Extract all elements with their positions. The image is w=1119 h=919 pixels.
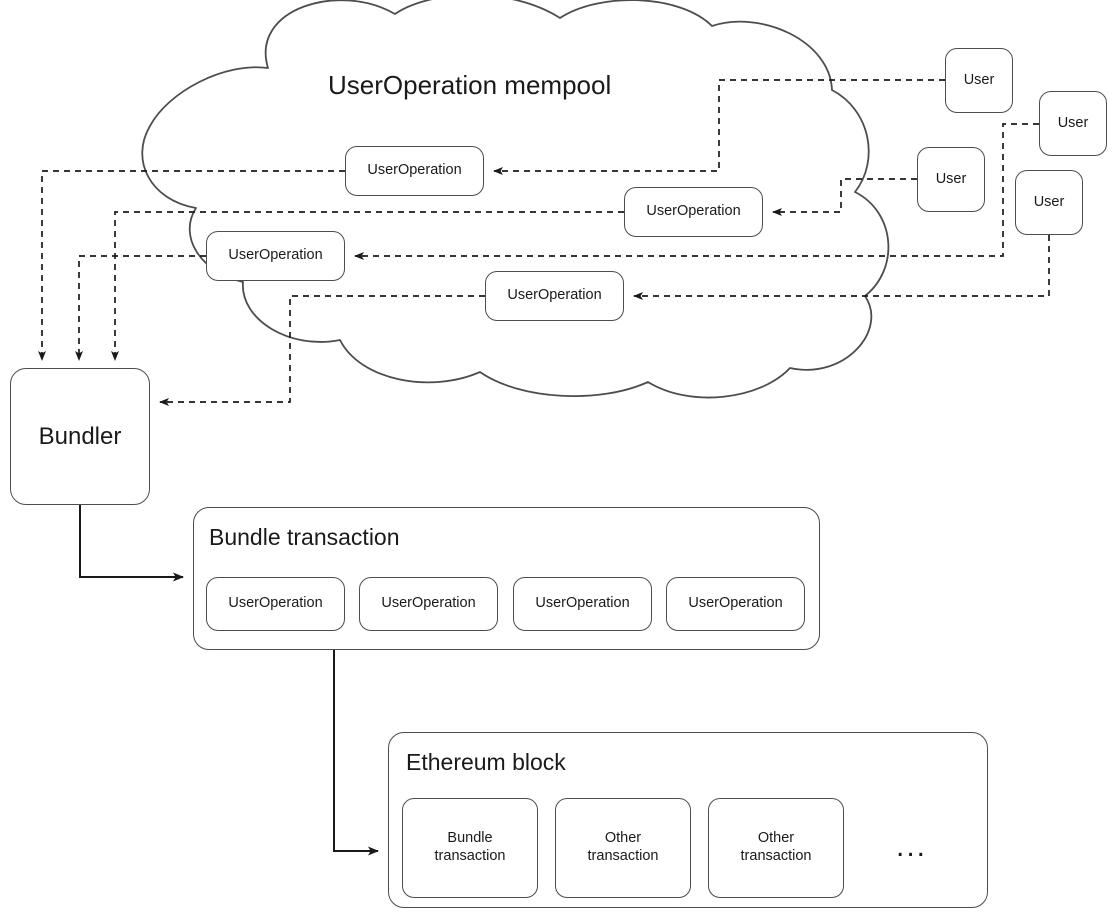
mempool-userop-3-label: UserOperation [228,247,323,264]
mempool-cloud-shape [141,0,890,399]
bundle-userop-3[interactable]: UserOperation [513,577,652,631]
mempool-userop-1-label: UserOperation [367,162,462,179]
bundle-userop-2[interactable]: UserOperation [359,577,498,631]
wire-userop4-to-bundler [159,295,485,406]
mempool-userop-1[interactable]: UserOperation [345,146,484,196]
user-node-2[interactable]: User [1039,91,1107,156]
user-node-1-label: User [963,71,995,88]
user-node-4-label: User [1033,193,1065,210]
ethereum-tx-3-line2: transaction [740,848,812,864]
ethereum-tx-1-line2: transaction [434,848,506,864]
wire-user4-to-userop4 [633,235,1050,300]
bundle-userop-3-label: UserOperation [535,595,630,612]
mempool-userop-4-label: UserOperation [507,287,602,304]
ethereum-tx-2[interactable]: Other transaction [555,798,691,898]
user-node-3[interactable]: User [917,147,985,212]
user-node-2-label: User [1057,114,1089,131]
mempool-cloud-title: UserOperation mempool [328,70,612,100]
user-node-3-label: User [935,170,967,187]
bundler-node[interactable]: Bundler [10,368,150,505]
mempool-userop-2[interactable]: UserOperation [624,187,763,237]
wire-user3-to-userop2 [772,178,917,216]
bundler-label: Bundler [38,422,122,450]
diagram-canvas: UserOperation mempool UserOperation User… [0,0,1119,919]
mempool-userop-3[interactable]: UserOperation [206,231,345,281]
ethereum-tx-3-line1: Other [757,830,795,847]
wire-bundle-transaction-to-ethereum-block [333,650,379,856]
ethereum-tx-2-line1: Other [604,830,642,847]
bundle-userop-2-label: UserOperation [381,595,476,612]
bundle-userop-1-label: UserOperation [228,595,323,612]
mempool-userop-2-label: UserOperation [646,203,741,220]
bundle-userop-4[interactable]: UserOperation [666,577,805,631]
user-node-4[interactable]: User [1015,170,1083,235]
mempool-userop-4[interactable]: UserOperation [485,271,624,321]
bundle-transaction-title: Bundle transaction [209,524,400,550]
bundle-userop-1[interactable]: UserOperation [206,577,345,631]
ethereum-tx-1[interactable]: Bundle transaction [402,798,538,898]
ethereum-block-more-indicator: ... [896,830,928,863]
ethereum-block-title: Ethereum block [406,749,566,775]
bundle-userop-4-label: UserOperation [688,595,783,612]
user-node-1[interactable]: User [945,48,1013,113]
ethereum-tx-1-line1: Bundle [447,830,493,847]
ethereum-tx-3[interactable]: Other transaction [708,798,844,898]
wire-bundler-to-bundle-transaction [79,505,184,582]
ethereum-tx-2-line2: transaction [587,848,659,864]
wire-userop3-to-bundler [75,255,206,361]
